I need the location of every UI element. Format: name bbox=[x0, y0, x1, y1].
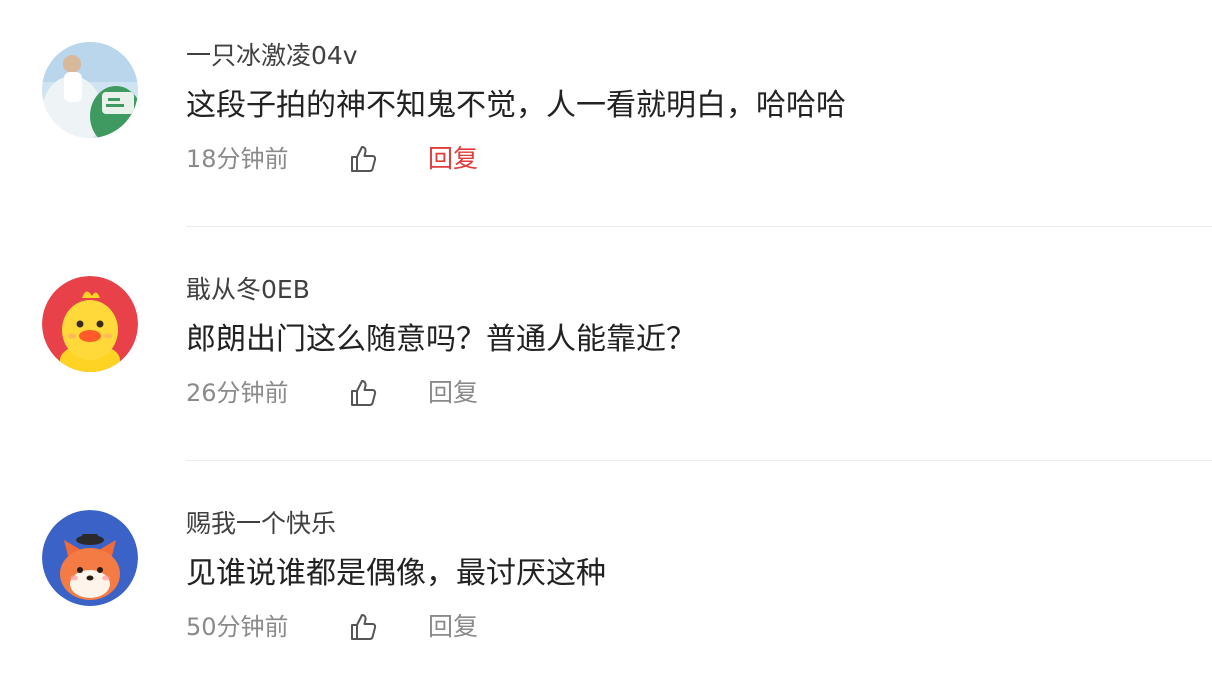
reply-button[interactable]: 回复 bbox=[428, 607, 478, 647]
comment-meta: 26分钟前 回复 bbox=[186, 373, 686, 413]
user-avatar[interactable] bbox=[42, 510, 138, 606]
divider bbox=[186, 226, 1212, 227]
comment-text: 这段子拍的神不知鬼不觉，人一看就明白，哈哈哈 bbox=[186, 88, 846, 123]
fox-avatar-image bbox=[42, 510, 138, 606]
comment-item: 戢从冬0EB 郎朗出门这么随意吗？普通人能靠近？ 26分钟前 回复 bbox=[0, 234, 1212, 468]
comment-text: 见谁说谁都是偶像，最讨厌这种 bbox=[186, 556, 606, 591]
user-avatar[interactable] bbox=[42, 42, 138, 138]
comment-list: 一只冰激凌04v 这段子拍的神不知鬼不觉，人一看就明白，哈哈哈 18分钟前 回复 bbox=[0, 0, 1212, 682]
comment-time: 50分钟前 bbox=[186, 613, 289, 641]
yellow-duck-avatar-image bbox=[42, 276, 138, 372]
comment-time: 26分钟前 bbox=[186, 379, 289, 407]
comment-item: 一只冰激凌04v 这段子拍的神不知鬼不觉，人一看就明白，哈哈哈 18分钟前 回复 bbox=[0, 0, 1212, 234]
thumbs-up-icon[interactable] bbox=[348, 378, 378, 408]
thumbs-up-icon[interactable] bbox=[348, 612, 378, 642]
user-avatar[interactable] bbox=[42, 276, 138, 372]
comment-item: 赐我一个快乐 见谁说谁都是偶像，最讨厌这种 50分钟前 回复 bbox=[0, 468, 1212, 682]
comment-meta: 18分钟前 回复 bbox=[186, 139, 686, 179]
reply-button[interactable]: 回复 bbox=[428, 373, 478, 413]
photo-avatar-image bbox=[42, 42, 138, 138]
comment-text: 郎朗出门这么随意吗？普通人能靠近？ bbox=[186, 322, 696, 357]
reply-button[interactable]: 回复 bbox=[428, 139, 478, 179]
username[interactable]: 赐我一个快乐 bbox=[186, 506, 336, 542]
username[interactable]: 一只冰激凌04v bbox=[186, 38, 358, 74]
divider bbox=[186, 460, 1212, 461]
comment-time: 18分钟前 bbox=[186, 145, 289, 173]
comment-meta: 50分钟前 回复 bbox=[186, 607, 686, 647]
username[interactable]: 戢从冬0EB bbox=[186, 272, 310, 308]
thumbs-up-icon[interactable] bbox=[348, 144, 378, 174]
